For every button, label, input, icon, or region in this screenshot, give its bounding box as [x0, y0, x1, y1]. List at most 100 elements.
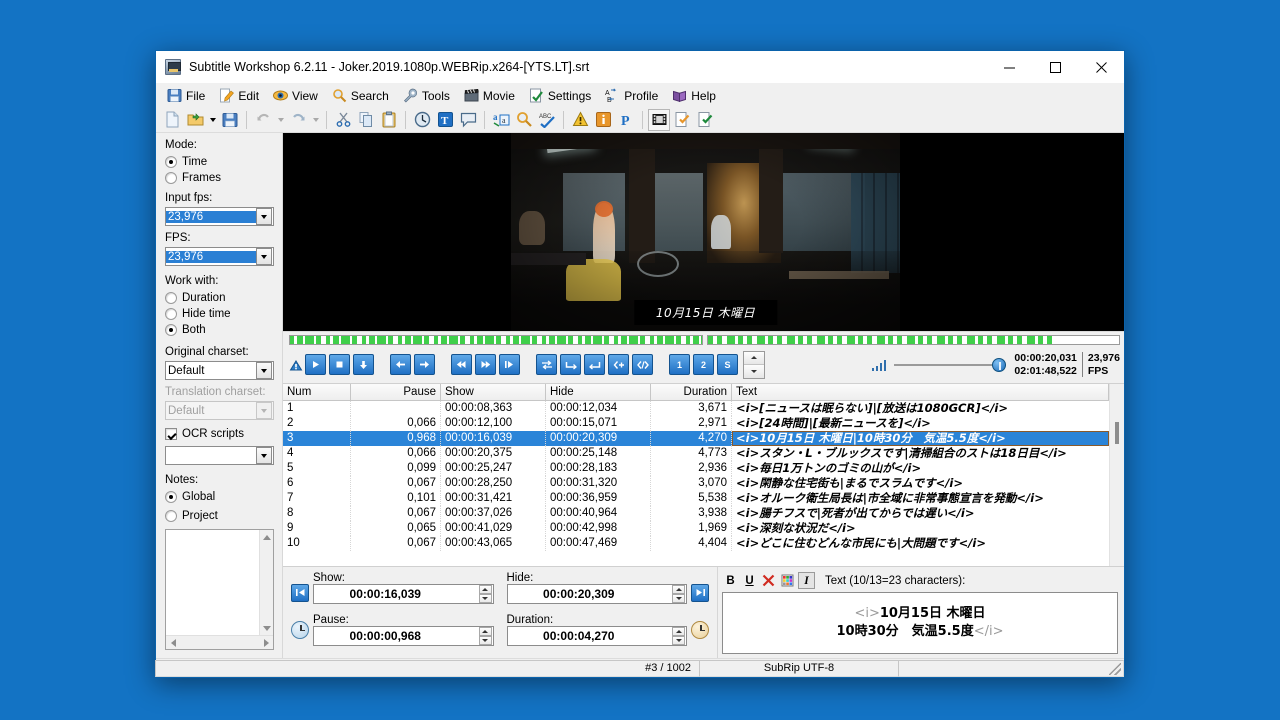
video-preview[interactable]: 10月15日 木曜日	[283, 133, 1124, 331]
set-hide-time-button[interactable]	[584, 354, 605, 375]
menu-search[interactable]: Search	[325, 85, 396, 106]
volume-bars-icon[interactable]	[871, 359, 887, 371]
spinner-down-arrow-icon[interactable]	[744, 364, 764, 378]
scroll-right-arrow-icon[interactable]	[259, 636, 273, 650]
set-show-time-button[interactable]	[560, 354, 581, 375]
last-subtitle-icon[interactable]	[691, 583, 709, 602]
information-icon[interactable]	[592, 109, 614, 131]
chevron-down-icon[interactable]	[256, 248, 272, 265]
notes-horizontal-scrollbar[interactable]	[166, 635, 273, 649]
open-dropdown-arrow[interactable]	[207, 109, 218, 131]
close-button[interactable]	[1078, 51, 1124, 84]
grid-vertical-scrollbar[interactable]	[1109, 384, 1124, 566]
radio-work-both[interactable]: Both	[165, 322, 274, 337]
radio-notes-project[interactable]: Project	[165, 508, 274, 523]
underline-button[interactable]: U	[741, 572, 758, 589]
clock-amber-icon[interactable]	[691, 620, 709, 639]
sync-point-one-button[interactable]: 1	[669, 354, 690, 375]
chevron-down-icon[interactable]	[256, 208, 272, 225]
table-row[interactable]: 2 0,066 00:00:12,100 00:00:15,071 2,971 <i>[2…	[283, 416, 1109, 431]
next-subtitle-button[interactable]	[475, 354, 496, 375]
open-folder-icon[interactable]	[184, 109, 206, 131]
first-subtitle-icon[interactable]	[291, 583, 309, 602]
move-subtitle-button[interactable]	[353, 354, 374, 375]
table-row[interactable]: 8 0,067 00:00:37,026 00:00:40,964 3,938 <i>腸チ…	[283, 506, 1109, 521]
settings-page-icon[interactable]	[694, 109, 716, 131]
menu-file[interactable]: File	[160, 85, 212, 106]
translate-icon[interactable]: aa	[490, 109, 512, 131]
notes-content[interactable]	[166, 530, 259, 635]
sync-apply-button[interactable]: S	[717, 354, 738, 375]
show-time-input[interactable]: 00:00:16,039	[313, 584, 494, 604]
comment-icon[interactable]	[457, 109, 479, 131]
ocr-script-combo[interactable]	[165, 446, 274, 465]
duration-stepper[interactable]	[672, 627, 685, 645]
stepper-up-arrow-icon[interactable]	[478, 627, 492, 636]
fps-combo[interactable]: 23,976	[165, 247, 274, 266]
notes-vertical-scrollbar[interactable]	[259, 530, 273, 635]
pause-stepper[interactable]	[478, 627, 492, 645]
spinner-up-arrow-icon[interactable]	[744, 351, 764, 364]
video-timeline-left[interactable]	[289, 335, 703, 345]
spellcheck-icon[interactable]: ABC	[536, 109, 558, 131]
video-size-spinner[interactable]	[743, 350, 765, 379]
menu-profile[interactable]: AB Profile	[598, 85, 665, 106]
column-header-text[interactable]: Text	[732, 384, 1109, 401]
column-header-show[interactable]: Show	[441, 384, 546, 401]
seek-knob[interactable]	[992, 357, 1007, 372]
stepper-down-arrow-icon[interactable]	[672, 594, 685, 603]
subtitle-text-input[interactable]: <i>10月15日 木曜日 10時30分 気温5.5度</i>	[722, 592, 1118, 654]
stepper-down-arrow-icon[interactable]	[672, 636, 685, 645]
subtitle-grid[interactable]: Num Pause Show Hide Duration Text 1 00:00…	[283, 383, 1124, 566]
resize-grip-icon[interactable]	[1109, 662, 1121, 675]
bold-button[interactable]: B	[722, 572, 739, 589]
hide-time-stepper[interactable]	[672, 585, 685, 603]
table-row[interactable]: 4 0,066 00:00:20,375 00:00:25,148 4,773 <i>スタ…	[283, 446, 1109, 461]
column-header-pause[interactable]: Pause	[351, 384, 441, 401]
column-header-duration[interactable]: Duration	[651, 384, 732, 401]
stepper-up-arrow-icon[interactable]	[478, 585, 492, 594]
input-fps-combo[interactable]: 23,976	[165, 207, 274, 226]
add-subtitle-button[interactable]	[608, 354, 629, 375]
redo-icon[interactable]	[287, 109, 309, 131]
notes-textarea[interactable]	[165, 529, 274, 650]
save-icon[interactable]	[219, 109, 241, 131]
radio-work-hidetime[interactable]: Hide time	[165, 306, 274, 321]
table-row[interactable]: 1 00:00:08,363 00:00:12,034 3,671 <i>[ニュースは眠…	[283, 401, 1109, 416]
italic-button[interactable]: I	[798, 572, 815, 589]
clear-format-button[interactable]	[760, 572, 777, 589]
original-charset-combo[interactable]: Default	[165, 361, 274, 380]
set-delay-button[interactable]	[632, 354, 653, 375]
copy-icon[interactable]	[355, 109, 377, 131]
table-row[interactable]: 6 0,067 00:00:28,250 00:00:31,320 3,070 <i>閑静…	[283, 476, 1109, 491]
radio-mode-time[interactable]: Time	[165, 154, 274, 169]
menu-view[interactable]: View	[266, 85, 325, 106]
stop-button[interactable]	[329, 354, 350, 375]
timings-clock-icon[interactable]	[411, 109, 433, 131]
clock-blue-icon[interactable]	[291, 620, 309, 639]
duration-input[interactable]: 00:00:04,270	[506, 626, 687, 646]
radio-mode-frames[interactable]: Frames	[165, 170, 274, 185]
forward-one-button[interactable]	[414, 354, 435, 375]
scroll-down-arrow-icon[interactable]	[260, 621, 274, 635]
column-header-hide[interactable]: Hide	[546, 384, 651, 401]
translator-mode-icon[interactable]	[671, 109, 693, 131]
table-row[interactable]: 5 0,099 00:00:25,247 00:00:28,183 2,936 <i>毎日…	[283, 461, 1109, 476]
table-row[interactable]: 10 0,067 00:00:43,065 00:00:47,469 4,404 <i>ど…	[283, 536, 1109, 551]
table-row[interactable]: 7 0,101 00:00:31,421 00:00:36,959 5,538 <i>オル…	[283, 491, 1109, 506]
chevron-down-icon[interactable]	[256, 447, 272, 464]
set-show-hide-button[interactable]	[536, 354, 557, 375]
play-button[interactable]	[305, 354, 326, 375]
radio-work-duration[interactable]: Duration	[165, 290, 274, 305]
show-time-stepper[interactable]	[478, 585, 492, 603]
maximize-button[interactable]	[1032, 51, 1078, 84]
column-header-num[interactable]: Num	[283, 384, 351, 401]
prev-subtitle-button[interactable]	[451, 354, 472, 375]
radio-notes-global[interactable]: Global	[165, 489, 274, 504]
table-row[interactable]: 3 0,968 00:00:16,039 00:00:20,309 4,270 <i>10…	[283, 431, 1109, 446]
video-seek-slider[interactable]	[894, 357, 1007, 372]
rewind-one-button[interactable]	[390, 354, 411, 375]
video-preview-icon[interactable]	[648, 108, 670, 131]
texts-icon[interactable]: T	[434, 109, 456, 131]
chevron-down-icon[interactable]	[256, 362, 272, 379]
